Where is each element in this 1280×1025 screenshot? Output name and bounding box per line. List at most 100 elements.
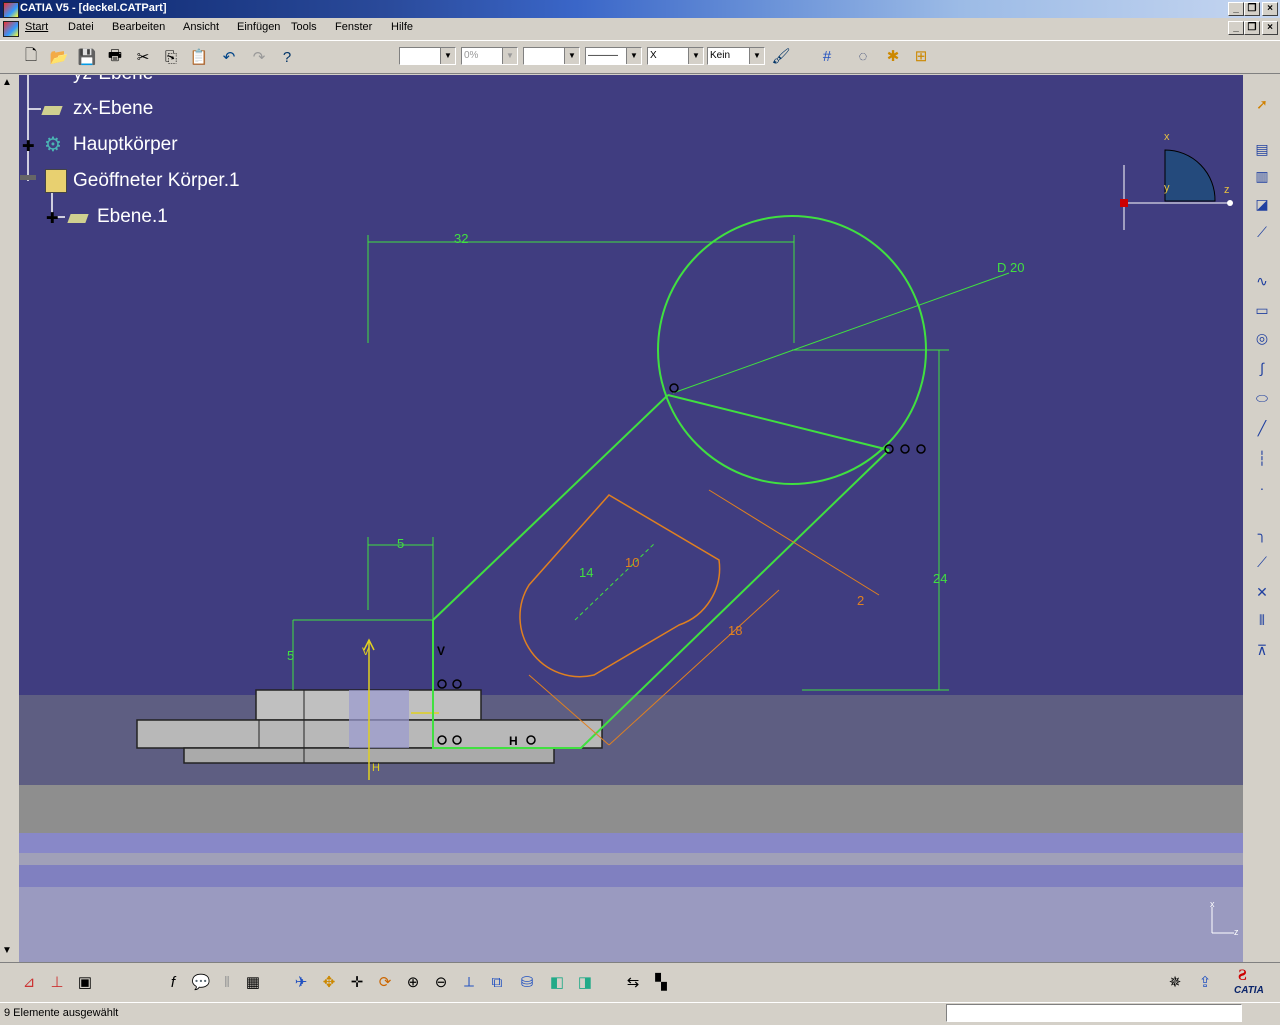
rotate-icon[interactable]: ⟳	[374, 971, 396, 993]
render-style-icon[interactable]: ⛁	[516, 971, 538, 993]
dim-label-7[interactable]: 24	[933, 571, 947, 586]
swap-space-icon[interactable]: ◨	[574, 971, 596, 993]
restore-button[interactable]: ❐	[1244, 2, 1260, 16]
measure-icon[interactable]: ǁ	[216, 971, 238, 993]
zoom-in-icon[interactable]: ⊕	[402, 971, 424, 993]
dim-label-3[interactable]: 5	[397, 536, 404, 551]
help-icon[interactable]: ?	[276, 46, 298, 68]
grid-icon[interactable]: #	[816, 45, 838, 67]
ellipse-icon[interactable]: ⬭	[1251, 387, 1273, 409]
dim-label-2[interactable]: D 20	[997, 260, 1024, 275]
menu-hilfe[interactable]: Hilfe	[391, 21, 413, 33]
menu-start[interactable]: Start	[25, 21, 48, 33]
scroll-up-icon[interactable]: ▲	[2, 77, 12, 88]
scan-icon[interactable]: ▣	[74, 971, 96, 993]
tree-item-label-3[interactable]: Hauptkörper	[73, 134, 178, 156]
pan-icon[interactable]: ✛	[346, 971, 368, 993]
select-arrow-icon[interactable]: ➚	[1251, 93, 1273, 115]
dim-label-4[interactable]: 14	[579, 565, 593, 580]
tree-item-collapse-icon-4[interactable]	[20, 175, 36, 180]
mirror-icon[interactable]: ⫴	[1251, 609, 1273, 631]
constraint-vertical[interactable]: V	[437, 644, 445, 658]
snap-point-icon[interactable]: ✵	[1164, 971, 1186, 993]
rectangle-icon[interactable]: ▭	[1251, 299, 1273, 321]
undo-icon[interactable]: ↶	[218, 46, 240, 68]
minimize-button[interactable]: _	[1228, 2, 1244, 16]
grid-layer-icon[interactable]: ▚	[650, 971, 672, 993]
menu-fenster[interactable]: Fenster	[335, 21, 372, 33]
menu-bearbeiten[interactable]: Bearbeiten	[112, 21, 165, 33]
tree-item-icon-2[interactable]	[41, 106, 63, 115]
tree-mode-icon[interactable]: ⊿	[18, 971, 40, 993]
tree-item-icon-5[interactable]	[67, 214, 89, 223]
tree-item-label-4[interactable]: Geöffneter Körper.1	[73, 170, 240, 192]
scroll-down-icon[interactable]: ▼	[2, 945, 12, 956]
open-icon[interactable]: 📂	[48, 46, 70, 68]
tree-item-expand-icon-5[interactable]: ✚	[46, 209, 59, 227]
dim-label-6[interactable]: 2	[857, 593, 864, 608]
tree-item-label-2[interactable]: zx-Ebene	[73, 98, 153, 120]
doc-restore-button[interactable]: ❐	[1244, 21, 1260, 35]
tree-item-label-1[interactable]: yz-Ebene	[73, 75, 153, 85]
menu-datei[interactable]: Datei	[68, 21, 94, 33]
trim-icon[interactable]: ✕	[1251, 581, 1273, 603]
menu-einfuegen[interactable]: Einfügen	[237, 21, 280, 33]
comment-icon[interactable]: 💬	[190, 971, 212, 993]
formula-icon[interactable]: f	[162, 971, 184, 993]
redo-icon[interactable]: ↷	[248, 46, 270, 68]
spline-icon[interactable]: ∫	[1251, 357, 1273, 379]
point-icon[interactable]: ·	[1251, 477, 1273, 499]
document-icon[interactable]	[3, 21, 19, 37]
fly-icon[interactable]: ✈	[290, 971, 312, 993]
sketch-icon[interactable]: ▤	[1251, 138, 1273, 160]
axis-icon[interactable]: ┆	[1251, 447, 1273, 469]
normal-view-icon[interactable]: ⟂	[458, 971, 480, 993]
compass[interactable]: x y z	[1114, 130, 1243, 250]
doc-close-button[interactable]: ×	[1262, 21, 1278, 35]
thickness-combo[interactable]: ▼	[523, 47, 580, 65]
tree-item-icon-4[interactable]	[45, 169, 67, 193]
cut-icon[interactable]: ✂	[132, 46, 154, 68]
constraint-horizontal[interactable]: H	[509, 734, 518, 748]
menu-tools[interactable]: Tools	[291, 21, 317, 33]
tree-scrollbar[interactable]: ▲ ▼	[0, 75, 19, 962]
construction-icon[interactable]: ✱	[882, 45, 904, 67]
doc-minimize-button[interactable]: _	[1228, 21, 1244, 35]
fit-all-icon[interactable]: ✥	[318, 971, 340, 993]
dim-label-9[interactable]: 5	[287, 648, 294, 663]
tree-item-expand-icon-3[interactable]: ✚	[22, 137, 35, 155]
sketch-frame-icon[interactable]: ◪	[1251, 193, 1273, 215]
dim-label-5[interactable]: 10	[625, 555, 639, 570]
line-icon[interactable]: ╱	[1251, 417, 1273, 439]
transparency-combo[interactable]: 0% ▼	[461, 47, 518, 65]
axis-system-icon[interactable]: ⊥	[46, 971, 68, 993]
tree-item-label-5[interactable]: Ebene.1	[97, 206, 168, 228]
catia-app-icon[interactable]	[3, 2, 19, 18]
linetype-combo[interactable]: ——— ▼	[585, 47, 642, 65]
dim-label-8[interactable]: 18	[728, 623, 742, 638]
export-icon[interactable]: ⇪	[1194, 971, 1216, 993]
3d-viewport[interactable]: V H 32 D 20 5 14 10 2 24 18 5 V H zx-Ebe…	[19, 75, 1243, 962]
views-icon[interactable]: ⧉	[486, 971, 508, 993]
project-icon[interactable]: ⊼	[1251, 639, 1273, 661]
style-combo[interactable]: ▼	[399, 47, 456, 65]
print-icon[interactable]: 🖶	[104, 46, 126, 68]
dim-label-1[interactable]: 32	[454, 231, 468, 246]
sketch-profile[interactable]	[432, 215, 927, 749]
zoom-out-icon[interactable]: ⊖	[430, 971, 452, 993]
exit-sketch-icon[interactable]: ▥	[1251, 165, 1273, 187]
tree-item-icon-3[interactable]: ⚙	[44, 132, 62, 157]
command-input[interactable]	[946, 1004, 1242, 1022]
paint-brush-icon[interactable]: 🖌	[770, 45, 792, 67]
hide-show-icon[interactable]: ◧	[546, 971, 568, 993]
dimension-constraint-icon[interactable]: ⊞	[910, 45, 932, 67]
layer-combo[interactable]: Kein ▼	[707, 47, 765, 65]
copy-icon[interactable]: ⎘	[160, 46, 182, 68]
paste-icon[interactable]: 📋	[188, 46, 210, 68]
circle-icon[interactable]: ◎	[1251, 327, 1273, 349]
positioned-sketch-icon[interactable]: ⟋	[1251, 221, 1273, 243]
point-combo[interactable]: X ▼	[647, 47, 704, 65]
save-icon[interactable]: 💾	[76, 46, 98, 68]
chamfer-icon[interactable]: ⟋	[1251, 551, 1273, 573]
new-icon[interactable]: 🗋	[20, 46, 42, 68]
